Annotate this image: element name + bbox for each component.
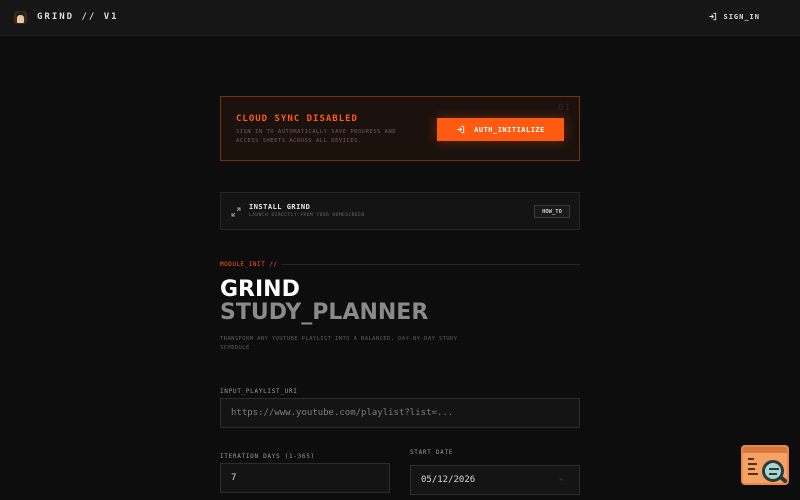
sign-in-label: SIGN_IN — [723, 12, 760, 21]
start-date-label: START DATE — [410, 449, 454, 456]
page-subtitle: STUDY_PLANNER — [220, 300, 429, 325]
how-to-button[interactable]: HOW_TO — [534, 205, 570, 218]
days-label: ITERATION DAYS (1-365) — [220, 453, 315, 460]
document-search-icon[interactable] — [741, 445, 789, 485]
login-arrow-icon — [457, 125, 465, 134]
install-title: INSTALL GRIND — [249, 203, 311, 211]
brand-title: GRIND // V1 — [37, 12, 119, 22]
chevron-down-icon: ⌄ — [559, 474, 564, 482]
cloud-sync-card: CLOUD SYNC DISABLED SIGN IN TO AUTOMATIC… — [220, 96, 580, 161]
start-date-input[interactable] — [410, 465, 580, 495]
cloud-sync-title: CLOUD SYNC DISABLED — [236, 114, 358, 124]
avatar-logo-icon — [14, 11, 27, 24]
iteration-days-input[interactable] — [220, 463, 390, 493]
module-label: MODULE_INIT // — [220, 261, 278, 268]
playlist-url-input[interactable] — [220, 398, 580, 428]
top-bar: GRIND // V1 SIGN_IN — [0, 0, 800, 36]
cloud-sync-description: SIGN IN TO AUTOMATICALLY SAVE PROGRESS A… — [236, 129, 397, 144]
auth-initialize-label: AUTH_INITIALIZE — [474, 125, 545, 134]
expand-arrows-icon — [231, 207, 241, 217]
auth-initialize-button[interactable]: AUTH_INITIALIZE — [437, 118, 564, 141]
page-tagline: TRANSFORM ANY YOUTUBE PLAYLIST INTO A BA… — [220, 336, 458, 351]
playlist-label: INPUT_PLAYLIST_URI — [220, 388, 298, 395]
cloud-sync-decoration: 01 — [558, 103, 571, 113]
install-card: INSTALL GRIND LAUNCH DIRECTLY FROM YOUR … — [220, 192, 580, 230]
page-title: GRIND — [220, 277, 300, 302]
login-arrow-icon — [709, 12, 717, 21]
sign-in-button[interactable]: SIGN_IN — [708, 12, 760, 21]
module-divider — [282, 264, 580, 265]
install-subtitle: LAUNCH DIRECTLY FROM YOUR HOMESCREEN — [249, 213, 365, 218]
